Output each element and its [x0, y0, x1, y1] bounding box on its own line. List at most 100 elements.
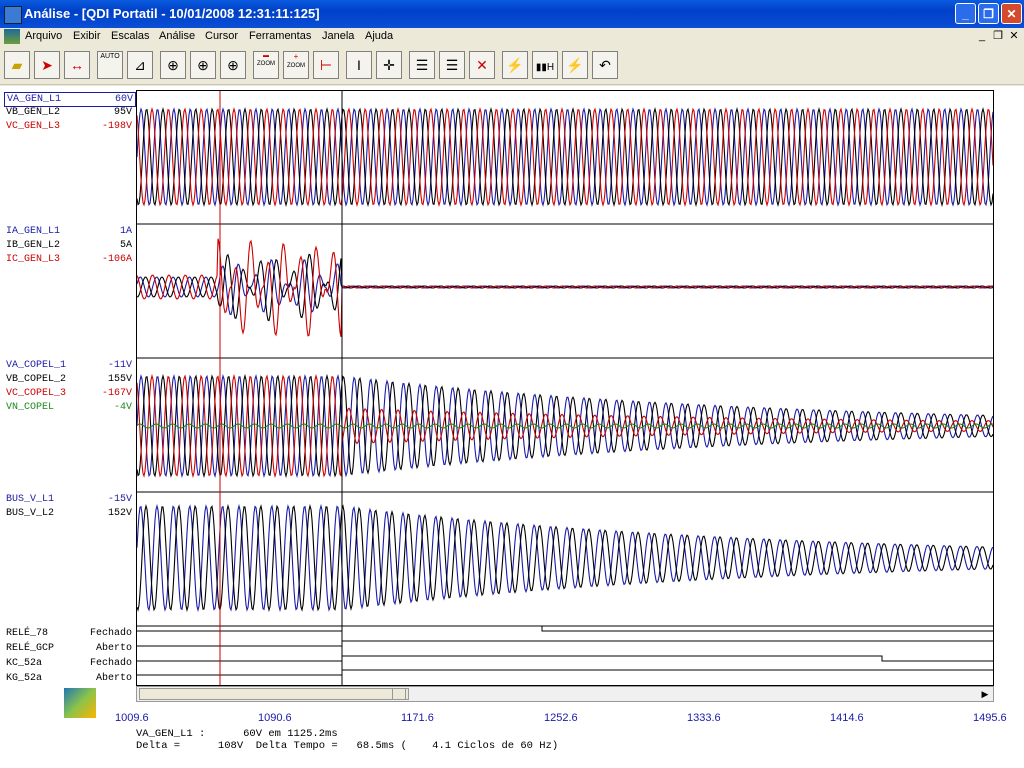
horizontal-arrows-icon: ↔	[70, 57, 84, 73]
channel-label-ic-gen[interactable]: IC_GEN_L3 -106A	[6, 253, 134, 266]
undo-icon: ↶	[599, 57, 611, 73]
menu-cursor[interactable]: Cursor	[205, 30, 238, 42]
channel-label-vb-copel[interactable]: VB_COPEL_2 155V	[6, 373, 134, 386]
trace-ia-gen	[136, 259, 994, 316]
digital-label-kc-52a[interactable]: KC_52a Fechado	[6, 657, 134, 670]
scrollbar-thumb[interactable]	[392, 688, 406, 700]
harmonics-button[interactable]: ▮▮H	[532, 51, 558, 79]
zoom-horizontal-button[interactable]: ⊕	[190, 51, 216, 79]
time-tick: 1414.6	[830, 712, 864, 724]
zoom-in-button[interactable]: + ZOOM	[283, 51, 309, 79]
mdi-close-button[interactable]: ✕	[1007, 29, 1021, 43]
menu-exibir[interactable]: Exibir	[73, 30, 101, 42]
channel-label-vb-gen[interactable]: VB_GEN_L2 95V	[6, 106, 134, 119]
folder-icon: ▰	[11, 57, 23, 73]
scale-button[interactable]: ⊿	[127, 51, 153, 79]
magnifier-vertical-icon: ⊕	[227, 57, 239, 73]
mdi-minimize-button[interactable]: _	[975, 29, 989, 43]
list-right-button[interactable]: ☰	[439, 51, 465, 79]
channel-label-vc-copel[interactable]: VC_COPEL_3 -167V	[6, 387, 134, 400]
mdi-restore-button[interactable]: ❐	[991, 29, 1005, 43]
auto-scale-button[interactable]: AUTO	[97, 51, 123, 79]
zoom-out-label: ZOOM	[257, 61, 275, 67]
minimize-button[interactable]: _	[955, 3, 976, 24]
menu-janela[interactable]: Janela	[322, 30, 354, 42]
channel-label-vc-gen[interactable]: VC_GEN_L3 -198V	[6, 120, 134, 133]
fault-button[interactable]: ⚡	[502, 51, 528, 79]
maximize-button[interactable]: ❐	[978, 3, 999, 24]
menu-escalas[interactable]: Escalas	[111, 30, 150, 42]
list-left-button[interactable]: ☰	[409, 51, 435, 79]
scroll-right-arrow[interactable]: ▶	[978, 688, 992, 700]
ruler-icon: ⊿	[134, 57, 146, 73]
zoom-vertical-button[interactable]: ⊕	[220, 51, 246, 79]
time-tick: 1495.6	[973, 712, 1007, 724]
menu-arquivo[interactable]: Arquivo	[25, 30, 62, 42]
waveform-canvas[interactable]	[136, 91, 994, 685]
zoom-in-icon: +	[293, 52, 299, 61]
channel-label-va-gen[interactable]: VA_GEN_L1 60V	[4, 92, 136, 107]
menu-bar: Arquivo Exibir Escalas Análise Cursor Fe…	[0, 28, 1024, 46]
menu-ajuda[interactable]: Ajuda	[365, 30, 393, 42]
crosshair-icon: ✛	[383, 57, 395, 73]
no-fault-button[interactable]: ⚡	[562, 51, 588, 79]
lightning-cross-icon: ⚡	[566, 57, 584, 73]
cursor-readout: VA_GEN_L1 : 60V em 1125.2ms Delta = 108V …	[136, 728, 558, 752]
channel-label-ib-gen[interactable]: IB_GEN_L2 5A	[6, 239, 134, 252]
arrow-pointer-icon: ➤	[41, 57, 53, 73]
trace-vb-copel	[136, 373, 994, 479]
cursor-readout-value: VA_GEN_L1 : 60V em 1125.2ms	[136, 728, 338, 740]
auto-scale-icon: AUTO	[100, 53, 120, 60]
window-title: Análise - [QDI Portatil - 10/01/2008 12:…	[24, 6, 320, 21]
channel-label-bus-v-l1[interactable]: BUS_V_L1 -15V	[6, 493, 134, 506]
title-bar: Análise - [QDI Portatil - 10/01/2008 12:…	[0, 0, 1024, 28]
analysis-panel: VA_GEN_L1 60V VB_GEN_L2 95V VC_GEN_L3 -198V…	[0, 86, 1024, 768]
close-button[interactable]: ✕	[1001, 3, 1022, 24]
zoom-out-icon: ▬	[263, 53, 269, 59]
undo-button[interactable]: ↶	[592, 51, 618, 79]
horizontal-scrollbar[interactable]: ◀ ▶	[136, 686, 994, 702]
zoom-button[interactable]: ⊕	[160, 51, 186, 79]
channel-label-vn-copel[interactable]: VN_COPEL -4V	[6, 401, 134, 414]
vertical-cursor-button[interactable]: I	[346, 51, 372, 79]
waveform-plot[interactable]	[136, 90, 994, 686]
channel-label-ia-gen[interactable]: IA_GEN_L1 1A	[6, 225, 134, 238]
select-button[interactable]: ➤	[34, 51, 60, 79]
time-tick: 1333.6	[687, 712, 721, 724]
time-tick: 1090.6	[258, 712, 292, 724]
channel-labels: VA_GEN_L1 60V VB_GEN_L2 95V VC_GEN_L3 -198V…	[0, 86, 136, 686]
zoom-out-button[interactable]: ▬ ZOOM	[253, 51, 279, 79]
document-icon[interactable]	[4, 29, 20, 44]
add-cursor-button[interactable]: ⊢	[313, 51, 339, 79]
channel-label-bus-v-l2[interactable]: BUS_V_L2 152V	[6, 507, 134, 520]
list-delete-button[interactable]: ✕	[469, 51, 495, 79]
time-tick: 1171.6	[401, 712, 434, 724]
list-right-icon: ☰	[445, 57, 459, 73]
lightning-icon: ⚡	[506, 57, 524, 73]
magnifier-horizontal-icon: ⊕	[197, 57, 209, 73]
digital-trace-1	[137, 640, 993, 647]
digital-label-rele-gcp[interactable]: RELÉ_GCP Aberto	[6, 642, 134, 655]
menu-ferramentas[interactable]: Ferramentas	[249, 30, 311, 42]
cursor-plus-icon: ⊢	[319, 57, 333, 73]
open-file-button[interactable]: ▰	[4, 51, 30, 79]
time-axis: 1009.6 1090.6 1171.6 1252.6 1333.6 1414.…	[0, 712, 1024, 728]
zoom-in-label: ZOOM	[287, 63, 305, 69]
menu-analise[interactable]: Análise	[159, 30, 195, 42]
channel-label-va-copel[interactable]: VA_COPEL_1 -11V	[6, 359, 134, 372]
magnifier-plus-icon: ⊕	[167, 57, 179, 73]
pan-button[interactable]: ↔	[64, 51, 90, 79]
scrollbar-empty	[137, 688, 409, 700]
list-left-icon: ☰	[415, 57, 429, 73]
app-icon	[4, 6, 22, 24]
cross-cursor-button[interactable]: ✛	[376, 51, 402, 79]
digital-label-kg-52a[interactable]: KG_52a Aberto	[6, 672, 134, 685]
toolbar: ▰ ➤ ↔ AUTO ⊿ ⊕ ⊕ ⊕ ▬ ZOOM + ZOOM ⊢ I ✛ ☰ ☰…	[0, 48, 1024, 85]
digital-trace-3	[137, 669, 993, 676]
vertical-cursor-icon: I	[357, 57, 361, 73]
digital-label-rele-78[interactable]: RELÉ_78 Fechado	[6, 627, 134, 640]
list-delete-icon: ✕	[476, 57, 488, 73]
cursor-readout-delta: Delta = 108V Delta Tempo = 68.5ms ( 4.1 …	[136, 740, 559, 752]
time-tick: 1009.6	[115, 712, 149, 724]
digital-trace-0	[137, 625, 993, 632]
